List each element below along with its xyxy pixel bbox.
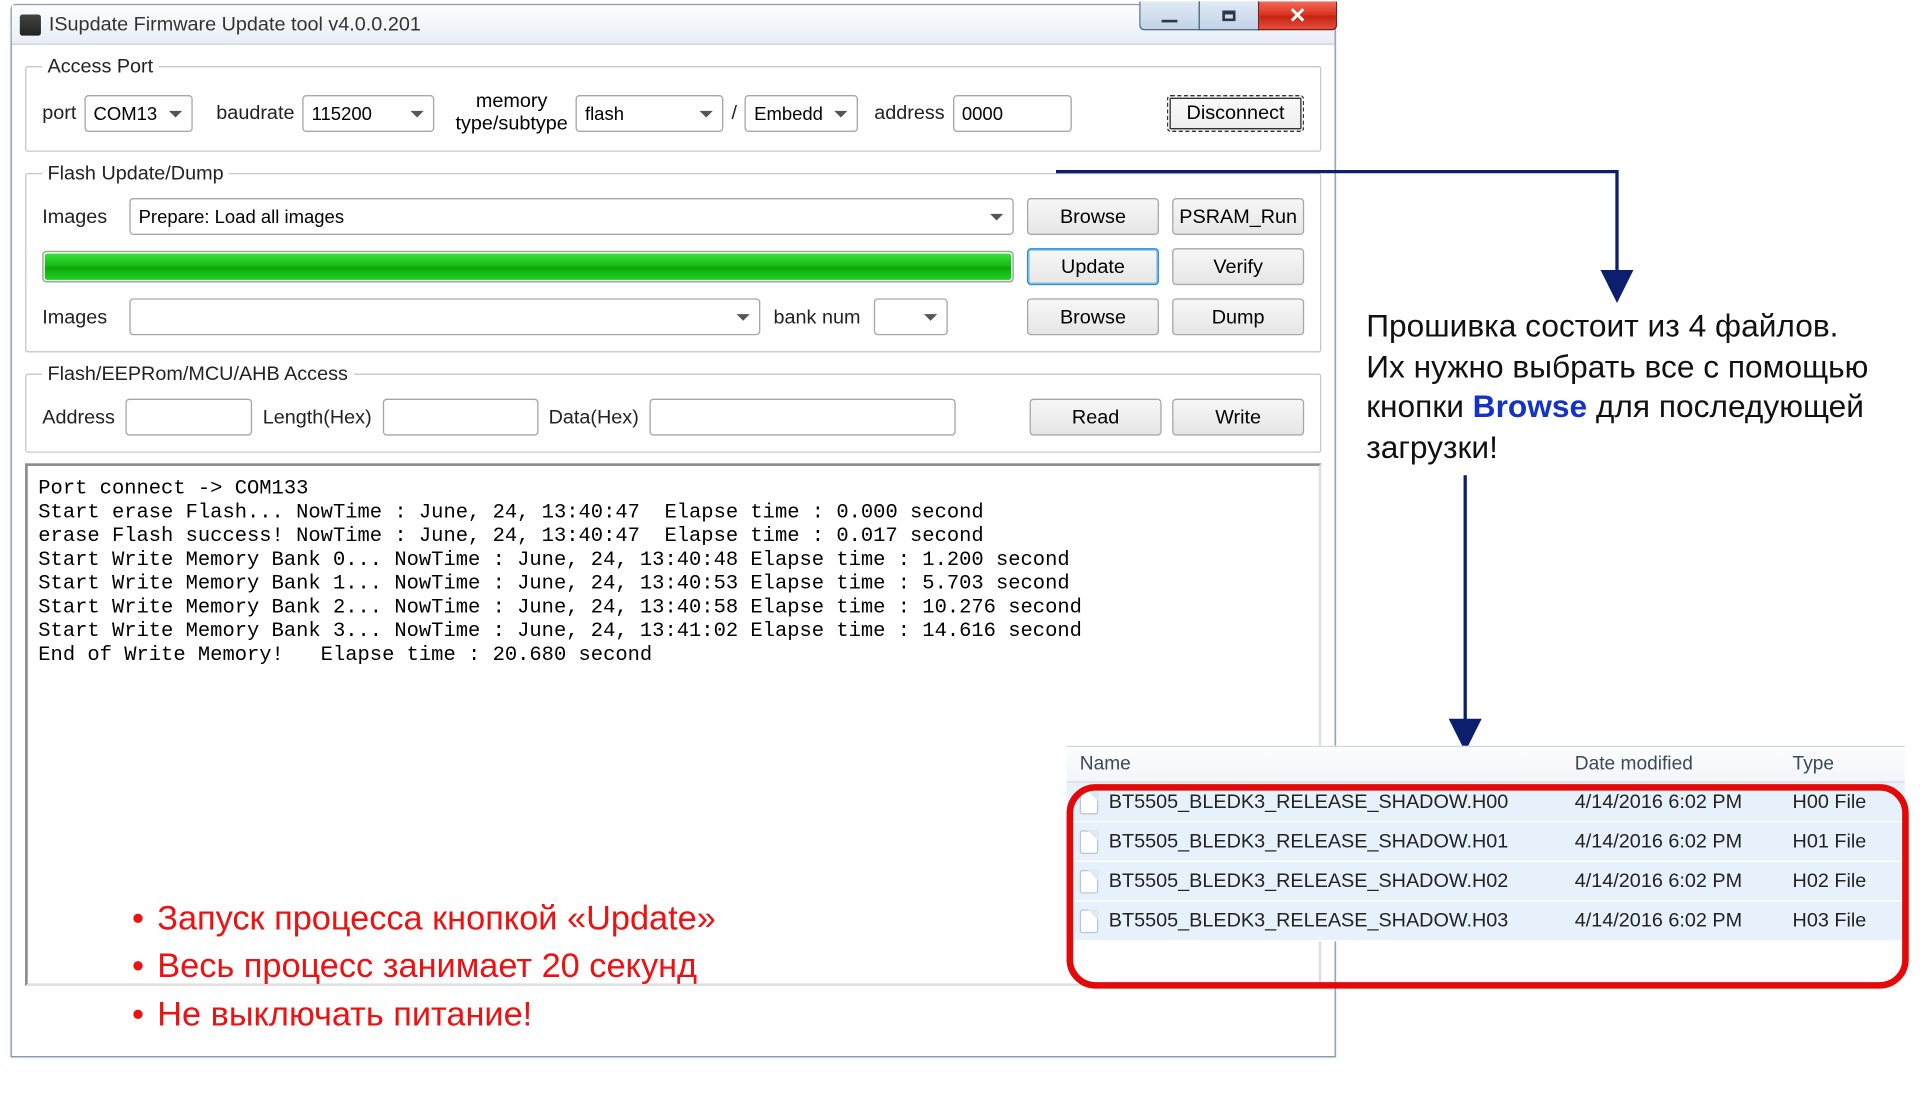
minimize-icon <box>1162 19 1178 22</box>
data-input[interactable] <box>649 399 955 436</box>
close-button[interactable]: ✕ <box>1258 1 1337 30</box>
red-note-3: Не выключать питание! <box>157 989 532 1037</box>
red-note-2: Весь процесс занимает 20 секунд <box>157 941 697 989</box>
minimize-button[interactable] <box>1139 1 1200 30</box>
annotation-text: Прошивка состоит из 4 файлов. Их нужно в… <box>1366 308 1894 470</box>
dump-button[interactable]: Dump <box>1172 298 1304 335</box>
titlebar[interactable]: ISupdate Firmware Update tool v4.0.0.201… <box>12 5 1335 45</box>
file-row[interactable]: BT5505_BLEDK3_RELEASE_SHADOW.H01 4/14/20… <box>1067 822 1905 862</box>
banknum-label: bank num <box>774 306 861 328</box>
images2-label: Images <box>42 306 116 328</box>
update-button[interactable]: Update <box>1027 248 1159 285</box>
file-list: Name Date modified Type BT5505_BLEDK3_RE… <box>1067 746 1905 941</box>
red-note-1: Запуск процесса кнопкой «Update» <box>157 893 716 941</box>
access-port-group: Access Port port COM13 baudrate 115200 m… <box>25 55 1321 151</box>
file-row[interactable]: BT5505_BLEDK3_RELEASE_SHADOW.H03 4/14/20… <box>1067 902 1905 942</box>
read-button[interactable]: Read <box>1030 399 1162 436</box>
baudrate-label: baudrate <box>216 102 294 124</box>
port-label: port <box>42 102 76 124</box>
file-row[interactable]: BT5505_BLEDK3_RELEASE_SHADOW.H02 4/14/20… <box>1067 862 1905 902</box>
verify-button[interactable]: Verify <box>1172 248 1304 285</box>
flash-update-group: Flash Update/Dump Images Prepare: Load a… <box>25 162 1321 352</box>
file-icon <box>1080 869 1098 893</box>
close-icon: ✕ <box>1289 2 1307 28</box>
addr-input[interactable] <box>125 399 252 436</box>
psram-run-button[interactable]: PSRAM_Run <box>1172 198 1304 235</box>
app-icon <box>20 14 41 35</box>
length-label: Length(Hex) <box>263 406 372 428</box>
col-date[interactable]: Date modified <box>1562 751 1780 777</box>
maximize-icon <box>1222 10 1235 21</box>
browse2-button[interactable]: Browse <box>1027 298 1159 335</box>
memsub-select[interactable]: Embedd <box>745 94 859 131</box>
access-port-legend: Access Port <box>42 55 158 77</box>
annotation-keyword: Browse <box>1473 390 1587 426</box>
baudrate-select[interactable]: 115200 <box>302 94 434 131</box>
window-title: ISupdate Firmware Update tool v4.0.0.201 <box>49 13 421 35</box>
file-icon <box>1080 790 1098 814</box>
memory-type-label: memory type/subtype <box>456 91 568 135</box>
memtype-select[interactable]: flash <box>576 94 724 131</box>
file-list-header[interactable]: Name Date modified Type <box>1067 747 1905 783</box>
length-input[interactable] <box>382 399 538 436</box>
images2-select[interactable] <box>129 298 760 335</box>
disconnect-button[interactable]: Disconnect <box>1167 94 1304 131</box>
images1-label: Images <box>42 205 116 227</box>
red-notes: •Запуск процесса кнопкой «Update» •Весь … <box>132 893 716 1037</box>
browse1-button[interactable]: Browse <box>1027 198 1159 235</box>
addr-label: Address <box>42 406 115 428</box>
flash-update-legend: Flash Update/Dump <box>42 162 229 184</box>
port-select[interactable]: COM13 <box>84 94 192 131</box>
col-name[interactable]: Name <box>1067 751 1562 777</box>
progress-fill <box>45 253 1011 279</box>
banknum-select[interactable] <box>874 298 948 335</box>
flash-access-group: Flash/EEPRom/MCU/AHB Access Address Leng… <box>25 363 1321 453</box>
flash-access-legend: Flash/EEPRom/MCU/AHB Access <box>42 363 353 385</box>
address-input[interactable]: 0000 <box>953 94 1072 131</box>
file-row[interactable]: BT5505_BLEDK3_RELEASE_SHADOW.H00 4/14/20… <box>1067 783 1905 823</box>
file-icon <box>1080 830 1098 854</box>
slash-label: / <box>731 102 737 124</box>
data-label: Data(Hex) <box>549 406 639 428</box>
address-label: address <box>874 102 944 124</box>
col-type[interactable]: Type <box>1779 751 1898 777</box>
file-icon <box>1080 909 1098 933</box>
maximize-button[interactable] <box>1199 1 1260 30</box>
write-button[interactable]: Write <box>1172 399 1304 436</box>
file-rows: BT5505_BLEDK3_RELEASE_SHADOW.H00 4/14/20… <box>1067 783 1905 941</box>
images1-select[interactable]: Prepare: Load all images <box>129 198 1013 235</box>
progress-bar <box>42 251 1014 283</box>
